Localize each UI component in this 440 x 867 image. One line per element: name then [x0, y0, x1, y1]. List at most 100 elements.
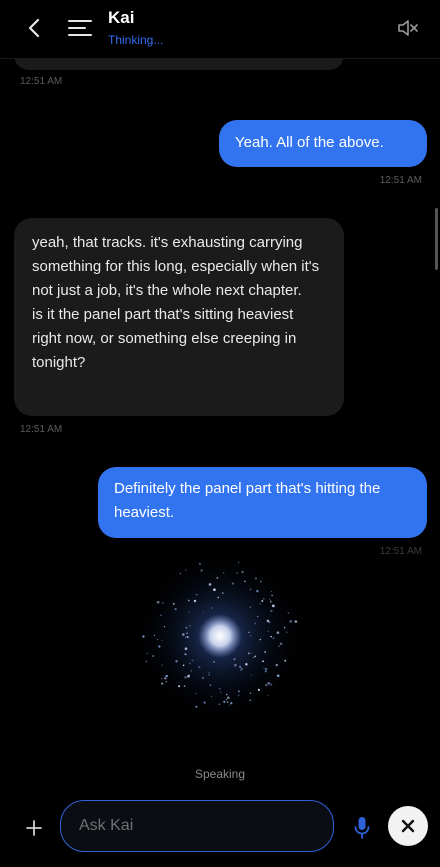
orb-particle — [267, 630, 269, 632]
orb-particle — [270, 591, 272, 593]
orb-particle — [240, 667, 244, 670]
orb-particle — [249, 588, 252, 591]
orb-particle — [276, 631, 280, 634]
ai-message-paragraph: is it the panel part that's sitting heav… — [32, 306, 297, 371]
orb-particle — [146, 652, 148, 655]
orb-particle — [238, 561, 240, 563]
orb-particle — [200, 569, 203, 572]
orb-particle — [247, 652, 250, 655]
speaker-muted-icon — [398, 20, 418, 36]
orb-particle — [152, 655, 154, 657]
orb-particle — [241, 570, 244, 574]
orb-particle — [187, 674, 190, 678]
orb-particle — [257, 688, 261, 692]
orb-particle — [264, 668, 268, 671]
menu-icon — [68, 20, 92, 36]
orb-particle — [185, 626, 188, 629]
orb-particle — [238, 690, 240, 693]
menu-button[interactable] — [66, 14, 94, 42]
orb-particle — [284, 659, 287, 662]
orb-particle — [187, 599, 190, 602]
orb-particle — [223, 700, 226, 703]
orb-particle — [161, 664, 164, 666]
orb-particle — [249, 606, 251, 608]
orb-particle — [253, 656, 255, 659]
orb-particle — [217, 596, 219, 599]
orb-particle — [261, 600, 264, 602]
orb-particle — [195, 692, 197, 695]
voice-status: Speaking — [194, 767, 246, 781]
orb-particle — [218, 687, 221, 690]
orb-particle — [227, 696, 230, 700]
orb-particle — [195, 705, 198, 708]
orb-particle — [230, 702, 233, 705]
message-input-container[interactable] — [60, 800, 334, 852]
chat-title: Kai — [108, 8, 135, 27]
orb-particle — [257, 615, 259, 618]
orb-particle — [191, 659, 194, 662]
ai-message-bubble: yeah, that tracks. it's exhausting carry… — [14, 218, 344, 416]
header-title-block: Kai Thinking... — [108, 8, 163, 47]
orb-particle — [172, 603, 175, 605]
orb-particle — [202, 612, 204, 614]
voice-orb — [130, 548, 310, 728]
orb-particle — [190, 670, 193, 672]
orb-particle — [262, 660, 264, 663]
orb-particle — [184, 653, 187, 656]
orb-particle — [184, 676, 187, 679]
orb-particle — [256, 589, 259, 593]
orb-particle — [279, 642, 283, 645]
orb-particle — [156, 639, 158, 641]
orb-particle — [165, 674, 168, 678]
orb-particle — [213, 588, 216, 592]
orb-particle — [270, 609, 273, 613]
end-voice-button[interactable] — [388, 806, 428, 846]
orb-particle — [189, 625, 191, 627]
orb-particle — [254, 622, 257, 625]
orb-particle — [161, 639, 163, 641]
orb-particle — [175, 660, 178, 663]
add-attachment-button[interactable] — [20, 814, 48, 842]
orb-particle — [248, 631, 250, 633]
orb-particle — [249, 699, 251, 701]
orb-particle — [208, 672, 210, 674]
orb-particle — [244, 580, 246, 583]
orb-particle — [272, 637, 275, 640]
orb-particle — [161, 678, 163, 680]
orb-particle — [198, 562, 201, 565]
orb-particle — [196, 593, 198, 596]
orb-particle — [233, 658, 236, 661]
orb-particle — [182, 633, 185, 636]
back-button[interactable] — [20, 14, 48, 42]
message-input[interactable] — [61, 801, 333, 851]
chat-header: Kai Thinking... — [0, 0, 440, 59]
orb-particle — [249, 692, 252, 694]
user-message-text: Definitely the panel part that's hitting… — [114, 480, 381, 521]
orb-particle — [226, 693, 228, 696]
orb-particle — [164, 677, 167, 680]
orb-particle — [259, 602, 261, 605]
orb-particle — [211, 607, 213, 609]
orb-particle — [216, 576, 219, 579]
orb-particle — [158, 645, 161, 648]
orb-particle — [264, 650, 267, 653]
orb-particle — [283, 626, 286, 629]
orb-particle — [265, 684, 268, 687]
orb-particle — [185, 569, 187, 571]
orb-particle — [208, 583, 212, 586]
orb-particle — [211, 695, 213, 697]
microphone-button[interactable] — [350, 814, 374, 842]
orb-particle — [189, 662, 191, 665]
orb-particle — [278, 645, 280, 648]
orb-particle — [228, 704, 230, 707]
orb-particle — [184, 647, 188, 651]
chevron-left-icon — [28, 18, 40, 38]
orb-particle — [186, 632, 188, 635]
scrollbar[interactable] — [435, 208, 438, 270]
orb-particle — [145, 660, 148, 663]
message-timestamp: 12:51 AM — [379, 175, 422, 186]
voice-orb-visual — [132, 548, 308, 724]
orb-particle — [271, 604, 275, 608]
orb-particle — [289, 620, 293, 623]
mute-button[interactable] — [394, 14, 422, 42]
